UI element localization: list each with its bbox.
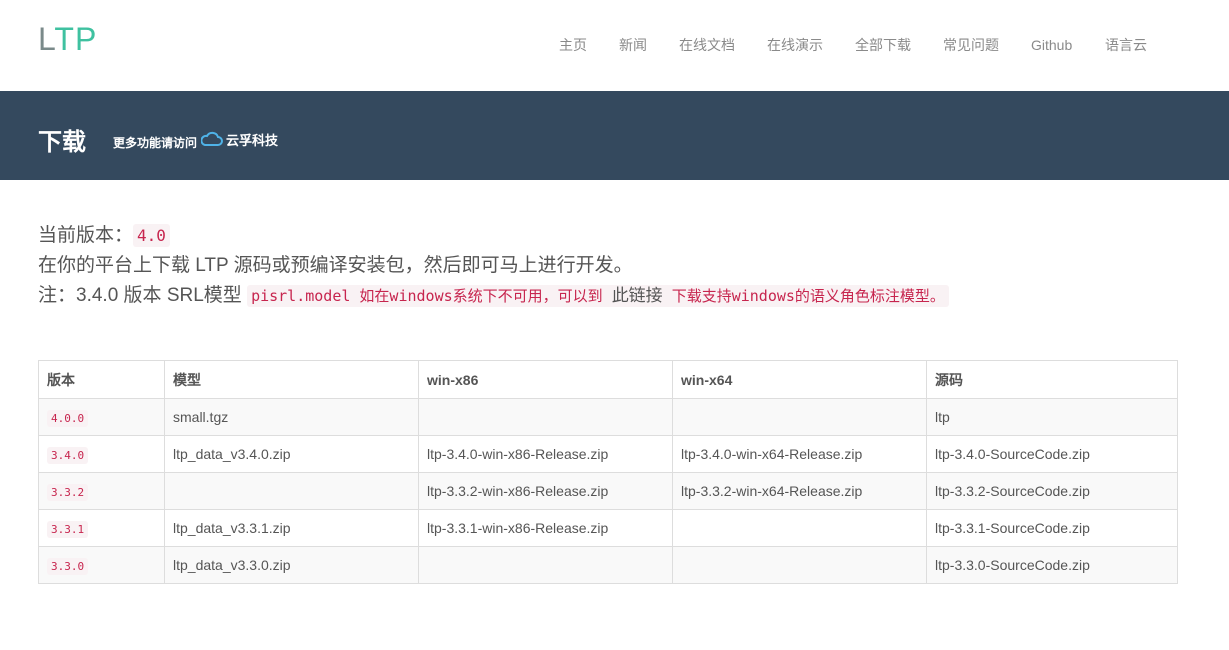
- nav-item-github[interactable]: Github: [1031, 36, 1072, 54]
- nav-item-home[interactable]: 主页: [559, 36, 587, 54]
- source-link[interactable]: ltp-3.3.1-SourceCode.zip: [935, 520, 1090, 536]
- nav-item-faq[interactable]: 常见问题: [943, 36, 999, 54]
- more-features-text: 更多功能请访问: [113, 136, 198, 150]
- x64-cell: [672, 546, 927, 584]
- x64-cell: [672, 509, 927, 547]
- header-model: 模型: [164, 360, 419, 399]
- header-source: 源码: [926, 360, 1178, 399]
- version-badge: 4.0.0: [47, 410, 89, 427]
- nav-item-downloads[interactable]: 全部下载: [855, 36, 911, 54]
- nav-item-news[interactable]: 新闻: [619, 36, 647, 54]
- intro-description: 在你的平台上下载 LTP 源码或预编译安装包，然后即可马上进行开发。: [38, 255, 633, 276]
- version-cell: 3.4.0: [38, 435, 165, 473]
- page-banner: 下载 更多功能请访问 云孚科技: [0, 91, 1229, 180]
- x64-link[interactable]: ltp-3.3.2-win-x64-Release.zip: [681, 483, 862, 499]
- note-code: pisrl.model 如在windows系统下不可用，可以到 此链接 下载支持…: [247, 285, 949, 307]
- downloads-table: 版本 模型 win-x86 win-x64 源码 4.0.0 small.tgz…: [38, 360, 1178, 584]
- version-label: 当前版本：: [38, 225, 134, 246]
- nav-item-demo[interactable]: 在线演示: [767, 36, 823, 54]
- x86-cell: ltp-3.3.1-win-x86-Release.zip: [418, 509, 673, 547]
- x64-cell: ltp-3.3.2-win-x64-Release.zip: [672, 472, 927, 510]
- table-row: 3.3.0 ltp_data_v3.3.0.zip ltp-3.3.0-Sour…: [38, 546, 1178, 584]
- version-cell: 4.0.0: [38, 398, 165, 436]
- table-row: 3.3.2 ltp-3.3.2-win-x86-Release.zip ltp-…: [38, 472, 1178, 510]
- model-link[interactable]: ltp_data_v3.3.1.zip: [173, 520, 291, 536]
- x64-cell: [672, 398, 927, 436]
- x86-cell: [418, 398, 673, 436]
- version-cell: 3.3.1: [38, 509, 165, 547]
- note-code-text-2: 下载支持windows的语义角色标注模型。: [671, 287, 945, 305]
- x86-cell: [418, 546, 673, 584]
- top-navbar: LTP 主页 新闻 在线文档 在线演示 全部下载 常见问题 Github 语言云: [0, 0, 1229, 91]
- source-link[interactable]: ltp: [935, 409, 950, 425]
- source-link[interactable]: ltp-3.3.2-SourceCode.zip: [935, 483, 1090, 499]
- table-row: 3.4.0 ltp_data_v3.4.0.zip ltp-3.4.0-win-…: [38, 435, 1178, 473]
- source-cell: ltp-3.4.0-SourceCode.zip: [926, 435, 1178, 473]
- source-cell: ltp-3.3.1-SourceCode.zip: [926, 509, 1178, 547]
- header-win-x86: win-x86: [418, 360, 673, 399]
- source-cell: ltp-3.3.2-SourceCode.zip: [926, 472, 1178, 510]
- x86-link[interactable]: ltp-3.3.2-win-x86-Release.zip: [427, 483, 608, 499]
- current-version-row: 当前版本： 4.0: [38, 221, 949, 251]
- model-cell: ltp_data_v3.4.0.zip: [164, 435, 419, 473]
- model-cell: small.tgz: [164, 398, 419, 436]
- page-title: 下载: [38, 129, 86, 156]
- table-header-row: 版本 模型 win-x86 win-x64 源码: [38, 360, 1178, 399]
- srl-note: 注：3.4.0 版本 SRL模型 pisrl.model 如在windows系统…: [38, 281, 949, 311]
- model-cell: ltp_data_v3.3.1.zip: [164, 509, 419, 547]
- version-cell: 3.3.2: [38, 472, 165, 510]
- table-row: 3.3.1 ltp_data_v3.3.1.zip ltp-3.3.1-win-…: [38, 509, 1178, 547]
- version-badge: 3.3.1: [47, 521, 89, 538]
- x86-link[interactable]: ltp-3.4.0-win-x86-Release.zip: [427, 446, 608, 462]
- source-link[interactable]: ltp-3.4.0-SourceCode.zip: [935, 446, 1090, 462]
- version-badge: 3.4.0: [47, 447, 89, 464]
- note-prefix: 注：3.4.0 版本 SRL模型: [38, 285, 242, 306]
- brand-name: 云孚科技: [226, 132, 279, 148]
- source-cell: ltp: [926, 398, 1178, 436]
- x86-cell: ltp-3.4.0-win-x86-Release.zip: [418, 435, 673, 473]
- model-link[interactable]: ltp_data_v3.4.0.zip: [173, 446, 291, 462]
- table-row: 4.0.0 small.tgz ltp: [38, 398, 1178, 436]
- x86-link[interactable]: ltp-3.3.1-win-x86-Release.zip: [427, 520, 608, 536]
- header-version: 版本: [38, 360, 165, 399]
- model-cell: [164, 472, 419, 510]
- source-cell: ltp-3.3.0-SourceCode.zip: [926, 546, 1178, 584]
- version-badge: 3.3.2: [47, 484, 89, 501]
- intro-section: 当前版本： 4.0 在你的平台上下载 LTP 源码或预编译安装包，然后即可马上进行…: [38, 221, 949, 311]
- source-link[interactable]: ltp-3.3.0-SourceCode.zip: [935, 557, 1090, 573]
- note-code-text: pisrl.model 如在windows系统下不可用，可以到: [251, 287, 603, 305]
- cloud-icon: [201, 131, 223, 146]
- main-nav: 主页 新闻 在线文档 在线演示 全部下载 常见问题 Github 语言云: [0, 36, 1229, 56]
- brand-link[interactable]: 云孚科技: [201, 129, 278, 149]
- model-link[interactable]: ltp_data_v3.3.0.zip: [173, 557, 291, 573]
- x86-cell: ltp-3.3.2-win-x86-Release.zip: [418, 472, 673, 510]
- header-win-x64: win-x64: [672, 360, 927, 399]
- nav-item-docs[interactable]: 在线文档: [679, 36, 735, 54]
- model-cell: ltp_data_v3.3.0.zip: [164, 546, 419, 584]
- nav-item-language-cloud[interactable]: 语言云: [1105, 36, 1147, 54]
- version-value: 4.0: [133, 224, 170, 247]
- version-badge: 3.3.0: [47, 558, 89, 575]
- model-link[interactable]: small.tgz: [173, 409, 228, 425]
- note-link[interactable]: 此链接: [612, 286, 663, 305]
- x64-link[interactable]: ltp-3.4.0-win-x64-Release.zip: [681, 446, 862, 462]
- version-cell: 3.3.0: [38, 546, 165, 584]
- x64-cell: ltp-3.4.0-win-x64-Release.zip: [672, 435, 927, 473]
